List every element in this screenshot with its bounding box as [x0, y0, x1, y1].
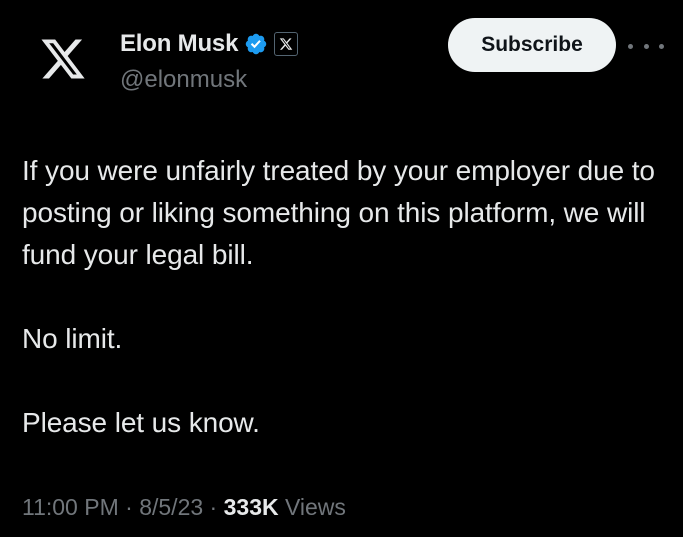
subscribe-button[interactable]: Subscribe [448, 18, 616, 72]
tweet-time[interactable]: 11:00 PM [22, 494, 119, 520]
tweet-paragraph-2: No limit. [22, 323, 123, 354]
tweet-header: Elon Musk @elonmusk Subscribe [0, 0, 683, 110]
views-count[interactable]: 333K [224, 494, 279, 520]
more-dot [643, 43, 649, 49]
more-dot [659, 43, 664, 49]
tweet-meta: 11:00 PM · 8/5/23 · 333K Views [22, 494, 346, 521]
more-options-icon[interactable] [628, 36, 664, 56]
author-name-row: Elon Musk [120, 30, 299, 58]
tweet-paragraph-1: If you were unfairly treated by your emp… [22, 155, 655, 270]
x-affiliate-badge-icon[interactable] [274, 32, 299, 56]
views-label: Views [278, 494, 346, 520]
author-handle[interactable]: @elonmusk [120, 66, 247, 94]
meta-separator: · [118, 494, 140, 520]
verified-badge-icon[interactable] [244, 32, 268, 56]
meta-separator: · [203, 494, 224, 520]
author-display-name[interactable]: Elon Musk [120, 30, 238, 58]
tweet-date[interactable]: 8/5/23 [139, 494, 203, 520]
tweet-text: If you were unfairly treated by your emp… [22, 150, 667, 444]
avatar[interactable] [22, 18, 104, 100]
x-logo-icon [41, 39, 85, 79]
tweet-paragraph-3: Please let us know. [22, 407, 260, 438]
more-dot [628, 43, 633, 49]
